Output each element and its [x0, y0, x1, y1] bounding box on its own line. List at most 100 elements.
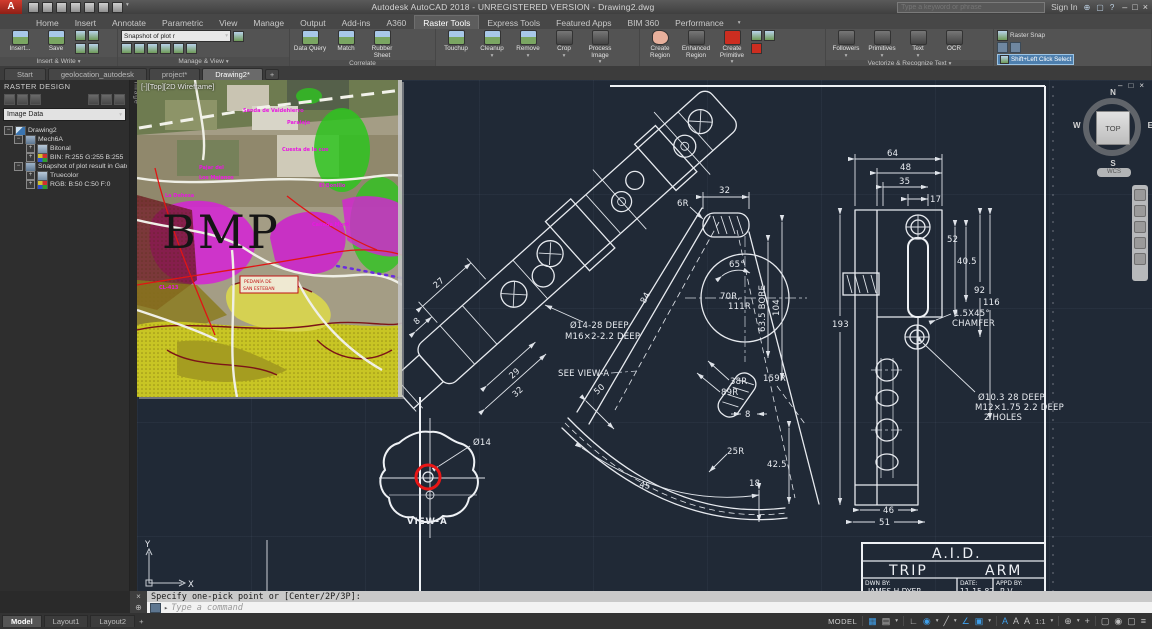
- quick-properties-icon[interactable]: ▢: [1101, 616, 1110, 627]
- snap-mode-icon[interactable]: ▤: [882, 616, 891, 627]
- tab-manage[interactable]: Manage: [245, 16, 292, 29]
- tab-annotate[interactable]: Annotate: [104, 16, 154, 29]
- image-info-icon[interactable]: [186, 43, 197, 54]
- viewcube-top-face[interactable]: TOP: [1096, 111, 1130, 145]
- expander-icon[interactable]: +: [26, 171, 35, 180]
- ribbon-display-toggle-icon[interactable]: ▾: [738, 20, 741, 26]
- tree-item-mech6a[interactable]: −Mech6A: [2, 135, 127, 144]
- close-button[interactable]: ×: [1143, 2, 1148, 12]
- otrack-icon[interactable]: ∠: [962, 616, 970, 627]
- isodraft-icon[interactable]: ╱: [943, 616, 948, 627]
- save-image-button[interactable]: Save: [39, 30, 73, 53]
- vtext-button[interactable]: Text▾: [901, 30, 935, 59]
- image-transparency-icon[interactable]: [160, 43, 171, 54]
- image-data-dropdown[interactable]: Image Data ▾: [3, 108, 126, 121]
- match-button[interactable]: Match: [329, 30, 363, 53]
- pan-icon[interactable]: [1134, 205, 1146, 217]
- autoscale-icon[interactable]: A: [1013, 616, 1019, 626]
- clean-screen-icon[interactable]: ▢: [1127, 616, 1136, 627]
- help-icon[interactable]: ?: [1110, 3, 1114, 12]
- layout2-tab[interactable]: Layout2: [90, 615, 135, 627]
- chevron-down-icon[interactable]: ▾: [1051, 618, 1054, 624]
- file-tab-drawing2[interactable]: Drawing2*: [202, 68, 263, 80]
- viewport-controls[interactable]: [-][Top][2D Wireframe]: [141, 82, 214, 91]
- image-lock-icon[interactable]: [233, 31, 244, 42]
- polar-tracking-icon[interactable]: ◉: [923, 616, 931, 627]
- model-space-canvas[interactable]: 27 8 29 32 32 6R: [137, 80, 1152, 591]
- restore-button[interactable]: □: [1132, 2, 1137, 12]
- viewcube[interactable]: N S W E TOP: [1073, 88, 1152, 168]
- expander-icon[interactable]: +: [26, 144, 35, 153]
- command-input[interactable]: ▸ Type a command: [147, 602, 1152, 613]
- wcs-menu[interactable]: WCS: [1097, 168, 1131, 177]
- chevron-down-icon[interactable]: ▾: [954, 618, 957, 624]
- viewcube-east[interactable]: E: [1148, 121, 1152, 130]
- ocr-button[interactable]: OCR: [937, 30, 971, 53]
- raster-snap-icon[interactable]: [997, 30, 1008, 41]
- zoom-to-image-icon[interactable]: [147, 43, 158, 54]
- shift-click-select-button[interactable]: Shift+Left Click Select: [997, 54, 1074, 65]
- tab-performance[interactable]: Performance: [667, 16, 732, 29]
- hide-image-icon[interactable]: [134, 43, 145, 54]
- minimize-button[interactable]: –: [1122, 2, 1127, 12]
- tab-parametric[interactable]: Parametric: [154, 16, 211, 29]
- expander-icon[interactable]: −: [14, 135, 23, 144]
- chevron-down-icon[interactable]: ▾: [895, 618, 898, 624]
- plot-icon[interactable]: [84, 2, 95, 13]
- model-space-indicator[interactable]: MODEL: [828, 617, 857, 626]
- show-image-icon[interactable]: [121, 43, 132, 54]
- palette-image-icon[interactable]: [101, 94, 112, 105]
- rem-color-swatch-icon[interactable]: [751, 43, 762, 54]
- tab-a360[interactable]: A360: [378, 16, 414, 29]
- cleanup-button[interactable]: Cleanup▾: [475, 30, 509, 59]
- zoom-icon[interactable]: [1134, 221, 1146, 233]
- tab-express-tools[interactable]: Express Tools: [479, 16, 548, 29]
- followers-button[interactable]: Followers▾: [829, 30, 863, 59]
- save-icon[interactable]: [56, 2, 67, 13]
- expander-icon[interactable]: −: [4, 126, 13, 135]
- rem-merge-icon[interactable]: [751, 30, 762, 41]
- raster-snap-label[interactable]: Raster Snap: [1010, 32, 1045, 39]
- file-tab-start[interactable]: Start: [4, 68, 46, 80]
- bmp-raster-image[interactable]: PEDANÍA DE SAN ESTEBAN Senda de Valdehie…: [137, 80, 402, 397]
- viewport-minimize-icon[interactable]: –: [1118, 81, 1122, 90]
- viewcube-south[interactable]: S: [1073, 159, 1152, 168]
- new-file-icon[interactable]: [28, 2, 39, 13]
- enhanced-region-button[interactable]: Enhanced Region: [679, 30, 713, 59]
- ortho-toggle-icon[interactable]: ∟: [909, 616, 918, 626]
- create-primitive-button[interactable]: Create Primitive▾: [715, 30, 749, 66]
- sign-in-button[interactable]: Sign In: [1051, 2, 1077, 12]
- expander-icon[interactable]: −: [14, 162, 23, 171]
- save-as-icon[interactable]: [70, 2, 81, 13]
- tab-bim360[interactable]: BIM 360: [619, 16, 667, 29]
- remove-button[interactable]: Remove▾: [511, 30, 545, 59]
- model-tab[interactable]: Model: [2, 615, 42, 627]
- redo-icon[interactable]: [112, 2, 123, 13]
- rem-split-icon[interactable]: [764, 30, 775, 41]
- customization-icon[interactable]: ≡: [1141, 616, 1146, 626]
- process-image-button[interactable]: Process Image▾: [583, 30, 617, 66]
- viewport-restore-icon[interactable]: □: [1128, 81, 1133, 90]
- crop-button[interactable]: Crop▾: [547, 30, 581, 59]
- search-input[interactable]: [897, 2, 1045, 13]
- open-file-icon[interactable]: [42, 2, 53, 13]
- command-close-icon[interactable]: ×: [136, 592, 141, 601]
- undo-icon[interactable]: [98, 2, 109, 13]
- autocad-logo-icon[interactable]: A: [0, 0, 22, 14]
- palette-copy-icon[interactable]: [30, 94, 41, 105]
- tree-item-snapshot[interactable]: −Snapshot of plot result in Gator copy: [2, 162, 127, 171]
- annotation-visibility-icon[interactable]: A: [1002, 616, 1008, 626]
- viewcube-west[interactable]: W: [1073, 121, 1081, 130]
- osnap-icon[interactable]: ▣: [975, 616, 984, 627]
- tree-item-bitonal[interactable]: +Bitonal: [2, 144, 127, 153]
- file-tab-project[interactable]: project*: [149, 68, 200, 80]
- tab-raster-tools[interactable]: Raster Tools: [414, 15, 479, 29]
- orbit-icon[interactable]: [1134, 237, 1146, 249]
- rubber-sheet-button[interactable]: Rubber Sheet: [365, 30, 399, 59]
- command-customize-icon[interactable]: ⊕: [135, 603, 142, 612]
- insert-button[interactable]: Insert...: [3, 30, 37, 53]
- frame-icon[interactable]: [88, 43, 99, 54]
- image-manager-icon[interactable]: [173, 43, 184, 54]
- workspace-icon[interactable]: ⊕: [1064, 616, 1072, 627]
- export-icon[interactable]: [75, 30, 86, 41]
